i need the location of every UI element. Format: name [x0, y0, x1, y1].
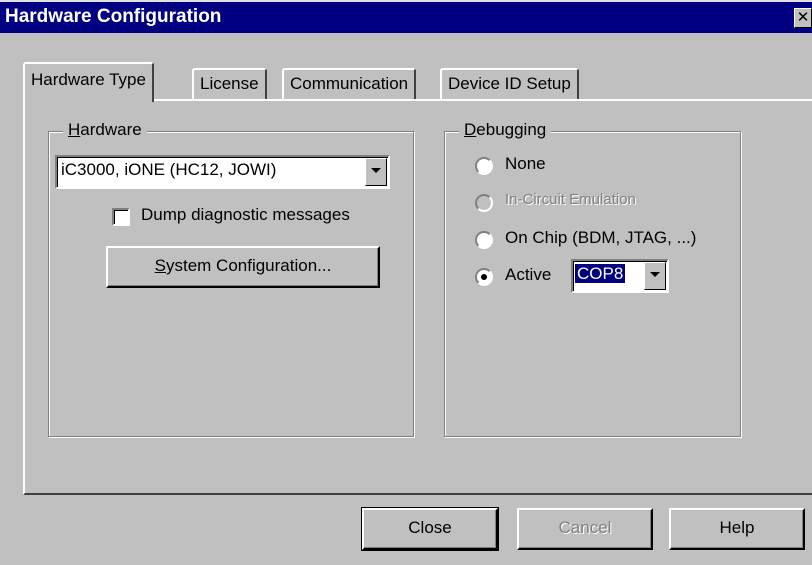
cancel-button[interactable]: Cancel [517, 508, 653, 550]
close-window-button[interactable]: ✕ [794, 8, 812, 28]
active-device-select[interactable]: COP8 [571, 259, 669, 293]
radio-active-label: Active [505, 265, 552, 284]
dump-diagnostic-label: Dump diagnostic messages [141, 205, 350, 224]
radio-on-chip-label: On Chip (BDM, JTAG, ...) [505, 228, 697, 247]
active-device-value: COP8 [575, 264, 626, 283]
radio-none-label: None [505, 154, 546, 173]
hardware-group: Hardware iC3000, iONE (HC12, JOWI) Dump … [48, 120, 414, 437]
tab-label: License [200, 74, 259, 93]
tab-hardware-type[interactable]: Hardware Type [23, 62, 154, 102]
hardware-select[interactable]: iC3000, iONE (HC12, JOWI) [55, 155, 390, 189]
radio-active[interactable] [475, 268, 493, 286]
close-button[interactable]: Close [361, 507, 499, 551]
debugging-group-label: Debugging [459, 120, 552, 140]
radio-on-chip[interactable] [475, 231, 493, 249]
title-bar: Hardware Configuration ✕ [0, 0, 812, 33]
tab-panel: Hardware iC3000, iONE (HC12, JOWI) Dump … [23, 99, 812, 495]
tab-device-id-setup[interactable]: Device ID Setup [440, 68, 579, 100]
chevron-down-icon [650, 272, 660, 277]
hardware-group-label: Hardware [63, 120, 147, 140]
close-icon: ✕ [796, 9, 810, 26]
tab-label: Device ID Setup [448, 74, 571, 93]
hardware-selected-value: iC3000, iONE (HC12, JOWI) [61, 160, 277, 179]
tab-label: Communication [290, 74, 409, 93]
active-device-dropdown-button[interactable] [644, 262, 666, 290]
tab-communication[interactable]: Communication [282, 68, 417, 100]
system-configuration-button[interactable]: System Configuration... [106, 246, 380, 288]
tab-license[interactable]: License [192, 68, 267, 100]
window-title: Hardware Configuration [5, 6, 222, 27]
tab-label: Hardware Type [31, 70, 146, 89]
radio-none[interactable] [475, 157, 493, 175]
dump-diagnostic-checkbox[interactable] [112, 208, 130, 226]
chevron-down-icon [371, 168, 381, 173]
help-button[interactable]: Help [669, 508, 805, 550]
radio-in-circuit-emulation[interactable] [475, 194, 493, 212]
hardware-dropdown-button[interactable] [365, 158, 387, 186]
radio-in-circuit-emulation-label: In-Circuit Emulation [505, 191, 636, 208]
debugging-group: Debugging None In-Circuit Emulation On C… [444, 120, 741, 437]
radio-selected-dot [481, 274, 487, 280]
